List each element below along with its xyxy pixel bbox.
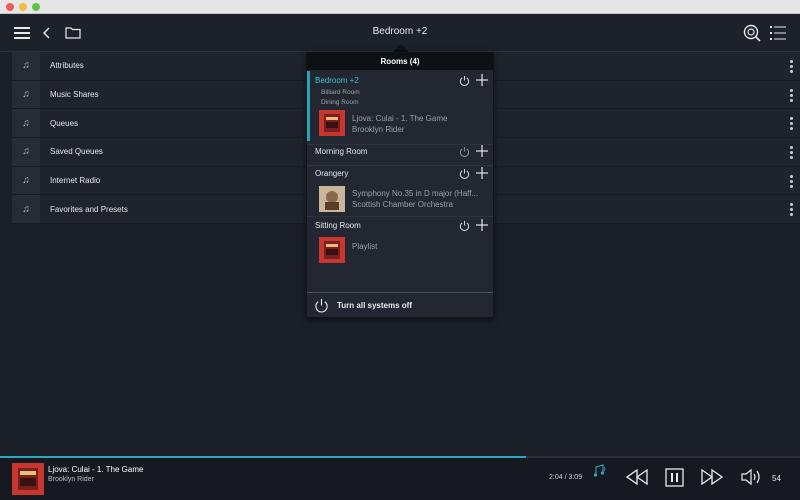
plus-icon[interactable] (476, 219, 488, 231)
music-note-icon: ♫ (12, 109, 40, 138)
now-playing-album-art[interactable] (12, 463, 44, 495)
turn-all-off-label: Turn all systems off (337, 301, 412, 310)
room-morning-room[interactable]: Morning Room (307, 144, 493, 165)
zone-title[interactable]: Bedroom +2 (300, 26, 500, 37)
progress-bar[interactable] (0, 456, 800, 458)
turn-all-off-button[interactable]: Turn all systems off (307, 292, 493, 318)
app-window: Bedroom +2 ♫ Attributes ♫ Music Shares ♫… (0, 0, 800, 500)
list-item-label: Favorites and Presets (50, 204, 128, 214)
room-name: Orangery (315, 169, 349, 178)
folder-icon[interactable] (63, 23, 83, 43)
minimize-window-button[interactable] (19, 3, 27, 11)
queue-list-icon[interactable] (768, 23, 788, 43)
rewind-icon[interactable] (626, 469, 648, 485)
search-icon[interactable] (742, 23, 762, 43)
room-sitting-room[interactable]: Sitting Room Playlist (307, 217, 493, 267)
room-name: Bedroom +2 (315, 76, 359, 85)
album-art (319, 186, 345, 212)
more-options-icon[interactable] (790, 174, 794, 188)
back-icon[interactable] (37, 23, 57, 43)
power-icon[interactable] (459, 75, 470, 86)
album-art (319, 110, 345, 136)
window-titlebar (0, 0, 800, 14)
plus-icon[interactable] (476, 145, 488, 157)
zoom-window-button[interactable] (32, 3, 40, 11)
room-bedroom[interactable]: Bedroom +2 Billiard Room Dining Room Ljo… (307, 71, 493, 143)
plus-icon[interactable] (476, 74, 488, 86)
audio-quality-icon[interactable] (593, 464, 607, 478)
room-orangery[interactable]: Orangery Symphony No.35 in D major (Haff… (307, 166, 493, 216)
music-note-icon: ♫ (12, 166, 40, 195)
now-playing-bar: Ljova: Culai - 1. The Game Brooklyn Ride… (0, 456, 800, 500)
list-item-label: Saved Queues (50, 147, 103, 157)
progress-fill (0, 456, 526, 458)
rooms-header: Rooms (4) (307, 53, 493, 70)
more-options-icon[interactable] (790, 88, 794, 102)
more-options-icon[interactable] (790, 146, 794, 160)
power-icon[interactable] (459, 220, 470, 231)
room-name: Morning Room (315, 147, 368, 156)
power-icon (315, 298, 328, 313)
popover-arrow (393, 44, 409, 52)
now-playing-title: Ljova: Culai - 1. The Game (48, 465, 144, 474)
power-icon[interactable] (459, 146, 470, 157)
playback-time: 2:04 / 3:09 (549, 474, 583, 481)
menu-icon[interactable] (12, 23, 32, 43)
plus-icon[interactable] (476, 167, 488, 179)
volume-level[interactable]: 54 (772, 474, 781, 483)
more-options-icon[interactable] (790, 203, 794, 217)
list-item-label: Attributes (50, 61, 84, 71)
volume-icon[interactable] (741, 468, 763, 486)
list-item-label: Queues (50, 118, 79, 128)
close-window-button[interactable] (6, 3, 14, 11)
music-note-icon: ♫ (12, 138, 40, 166)
power-icon[interactable] (459, 168, 470, 179)
forward-icon[interactable] (701, 469, 723, 485)
music-note-icon: ♫ (12, 52, 40, 80)
album-art (319, 237, 345, 263)
room-name: Sitting Room (315, 221, 361, 230)
linked-room: Billiard Room (321, 89, 360, 96)
track-title: Playlist (352, 242, 378, 251)
now-playing-artist: Brooklyn Rider (48, 476, 94, 483)
linked-room: Dining Room (321, 99, 359, 106)
pause-icon[interactable] (665, 468, 684, 487)
list-item-label: Music Shares (50, 90, 99, 100)
track-artist: Brooklyn Rider (352, 125, 405, 134)
list-item-label: Internet Radio (50, 176, 101, 186)
track-title: Symphony No.35 in D major (Haff... (352, 189, 479, 198)
music-note-icon: ♫ (12, 80, 40, 109)
track-artist: Scottish Chamber Orchestra (352, 200, 453, 209)
track-title: Ljova: Culai - 1. The Game (352, 114, 448, 123)
more-options-icon[interactable] (790, 60, 794, 73)
music-note-icon: ♫ (12, 195, 40, 224)
rooms-popover: Rooms (4) Bedroom +2 Billiard Room Dinin… (306, 52, 494, 318)
more-options-icon[interactable] (790, 117, 794, 131)
